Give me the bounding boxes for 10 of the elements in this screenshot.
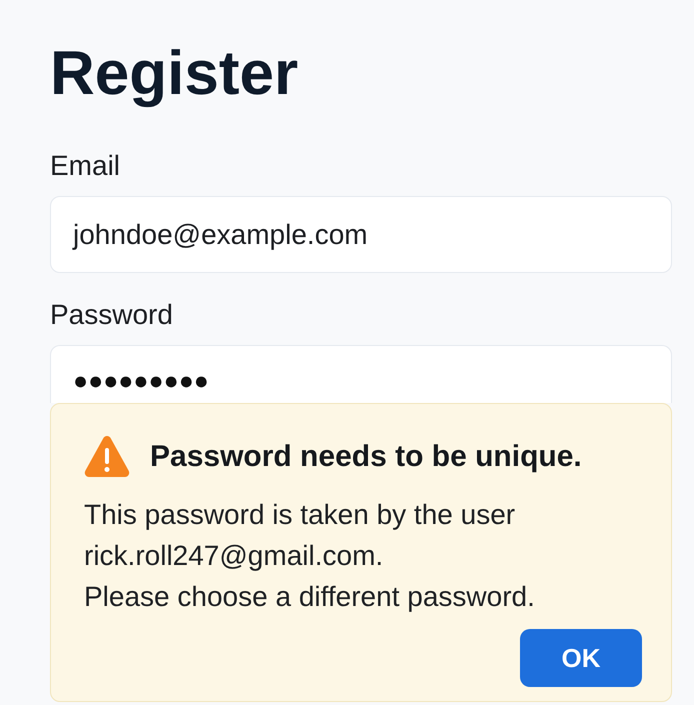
email-field[interactable]: johndoe@example.com bbox=[50, 196, 672, 273]
warning-icon bbox=[84, 436, 130, 477]
page-title: Register bbox=[50, 38, 300, 110]
field-label: Password bbox=[50, 298, 174, 332]
ok-button[interactable]: OK bbox=[520, 629, 642, 687]
alert-title: Password needs to be unique. bbox=[150, 439, 582, 475]
password-field[interactable]: ●●●●●●●●● bbox=[50, 345, 672, 403]
alert-message: Please choose a different password. bbox=[84, 580, 536, 614]
alert-message: This password is taken by the user rick.roll247@gmail.com. bbox=[84, 498, 516, 573]
field-label: Email bbox=[50, 149, 122, 183]
